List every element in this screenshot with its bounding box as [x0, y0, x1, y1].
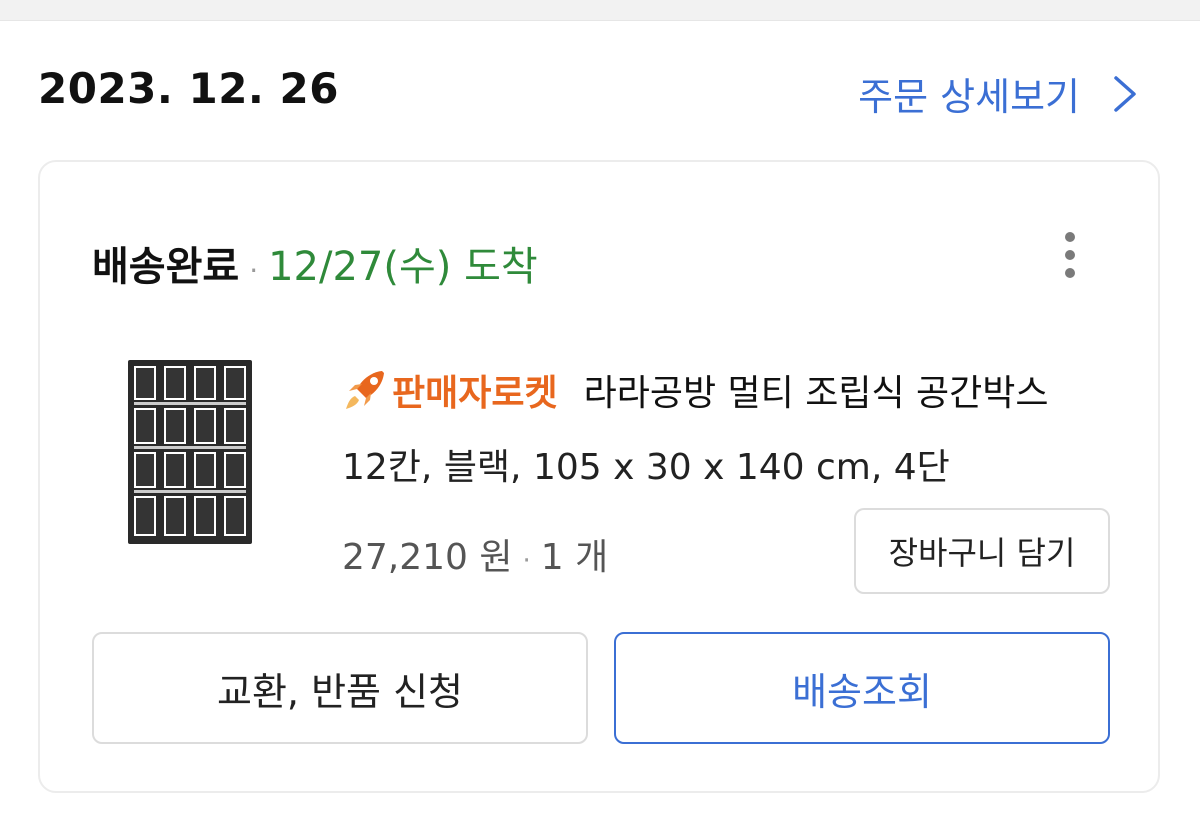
product-title-line2: 12칸, 블랙, 105 x 30 x 140 cm, 4단: [342, 447, 950, 488]
status-separator: ·: [249, 254, 259, 287]
seller-rocket-badge: 판매자로켓: [342, 364, 558, 416]
price-row: 27,210 원 · 1 개: [342, 528, 608, 580]
product-quantity: 1 개: [540, 537, 609, 578]
shelf-product-image: [128, 358, 254, 548]
chevron-right-icon: [1114, 75, 1136, 112]
order-card: 배송완료 · 12/27(수) 도착 판매자로켓 라라공방 멀티 조립식 공간박…: [38, 160, 1160, 793]
delivery-status: 배송완료: [92, 244, 240, 290]
order-detail-link[interactable]: 주문 상세보기: [858, 66, 1142, 121]
product-info: 판매자로켓 라라공방 멀티 조립식 공간박스 12칸, 블랙, 105 x 30…: [342, 362, 1122, 490]
top-divider: [0, 0, 1200, 21]
product-title-line1: 라라공방 멀티 조립식 공간박스: [583, 373, 1049, 414]
arrival-date: 12/27(수) 도착: [268, 244, 538, 290]
track-delivery-button[interactable]: 배송조회: [614, 632, 1110, 744]
price-separator: ·: [522, 546, 531, 576]
rocket-icon: [346, 371, 384, 409]
delivery-status-row: 배송완료 · 12/27(수) 도착: [92, 234, 538, 292]
order-header: 2023. 12. 26 주문 상세보기: [38, 62, 1162, 122]
product-title-row: 판매자로켓 라라공방 멀티 조립식 공간박스: [342, 362, 1122, 418]
more-vertical-icon[interactable]: [1060, 232, 1080, 288]
seller-rocket-label: 판매자로켓: [392, 373, 558, 414]
return-exchange-button[interactable]: 교환, 반품 신청: [92, 632, 588, 744]
order-detail-link-label: 주문 상세보기: [858, 75, 1080, 119]
product-price: 27,210 원: [342, 537, 513, 578]
order-date: 2023. 12. 26: [38, 64, 339, 113]
add-to-cart-button[interactable]: 장바구니 담기: [854, 508, 1110, 594]
